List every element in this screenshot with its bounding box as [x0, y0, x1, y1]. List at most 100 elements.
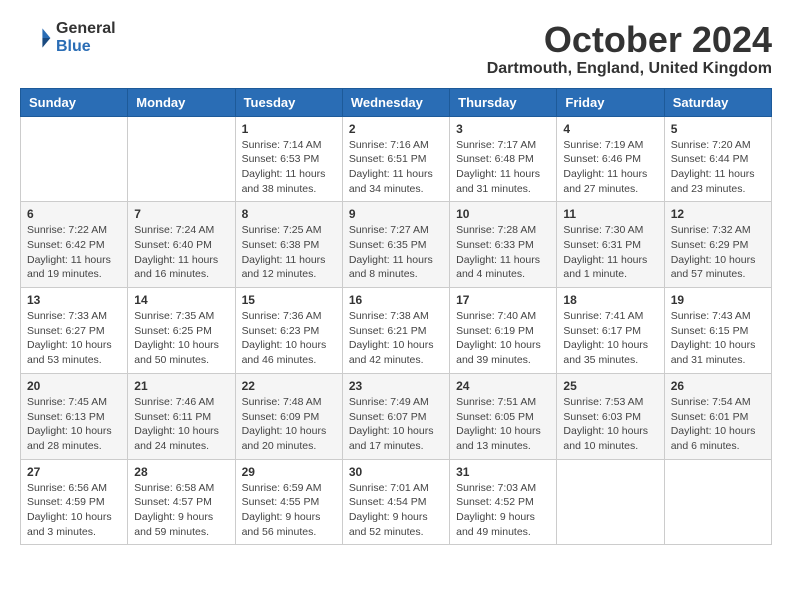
empty-cell	[128, 116, 235, 202]
day-number: 18	[563, 293, 657, 307]
day-info: Sunrise: 7:17 AM Sunset: 6:48 PM Dayligh…	[456, 138, 550, 197]
day-number: 14	[134, 293, 228, 307]
calendar-day-7: 7 Sunrise: 7:24 AM Sunset: 6:40 PM Daylig…	[128, 202, 235, 288]
calendar-day-25: 25 Sunrise: 7:53 AM Sunset: 6:03 PM Dayli…	[557, 373, 664, 459]
header-day-sunday: Sunday	[21, 88, 128, 116]
calendar-week-4: 20Sunrise: 7:45 AM Sunset: 6:13 PM Dayli…	[21, 373, 772, 459]
calendar-day-21: 21 Sunrise: 7:46 AM Sunset: 6:11 PM Dayli…	[128, 373, 235, 459]
calendar-day-5: 5 Sunrise: 7:20 AM Sunset: 6:44 PM Daylig…	[664, 116, 771, 202]
calendar-day-3: 3 Sunrise: 7:17 AM Sunset: 6:48 PM Daylig…	[450, 116, 557, 202]
day-number: 24	[456, 379, 550, 393]
empty-cell	[21, 116, 128, 202]
day-number: 4	[563, 122, 657, 136]
day-number: 15	[242, 293, 336, 307]
header-day-tuesday: Tuesday	[235, 88, 342, 116]
day-number: 29	[242, 465, 336, 479]
calendar-day-19: 19Sunrise: 7:43 AM Sunset: 6:15 PM Dayli…	[664, 288, 771, 374]
calendar-day-22: 22Sunrise: 7:48 AM Sunset: 6:09 PM Dayli…	[235, 373, 342, 459]
day-info: Sunrise: 7:54 AM Sunset: 6:01 PM Dayligh…	[671, 395, 765, 454]
header-day-monday: Monday	[128, 88, 235, 116]
day-number: 12	[671, 207, 765, 221]
day-info: Sunrise: 7:49 AM Sunset: 6:07 PM Dayligh…	[349, 395, 443, 454]
calendar-day-27: 27Sunrise: 6:56 AM Sunset: 4:59 PM Dayli…	[21, 459, 128, 545]
day-number: 7	[134, 207, 228, 221]
calendar-day-13: 13Sunrise: 7:33 AM Sunset: 6:27 PM Dayli…	[21, 288, 128, 374]
day-number: 26	[671, 379, 765, 393]
calendar-day-8: 8 Sunrise: 7:25 AM Sunset: 6:38 PM Daylig…	[235, 202, 342, 288]
day-info: Sunrise: 7:20 AM Sunset: 6:44 PM Dayligh…	[671, 138, 765, 197]
day-info: Sunrise: 7:22 AM Sunset: 6:42 PM Dayligh…	[27, 223, 121, 282]
month-title: October 2024	[487, 20, 772, 60]
day-number: 3	[456, 122, 550, 136]
day-number: 30	[349, 465, 443, 479]
day-info: Sunrise: 7:40 AM Sunset: 6:19 PM Dayligh…	[456, 309, 550, 368]
calendar-day-23: 23 Sunrise: 7:49 AM Sunset: 6:07 PM Dayli…	[342, 373, 449, 459]
day-info: Sunrise: 7:24 AM Sunset: 6:40 PM Dayligh…	[134, 223, 228, 282]
page-header: General Blue October 2024 Dartmouth, Eng…	[20, 20, 772, 78]
day-number: 5	[671, 122, 765, 136]
day-info: Sunrise: 6:56 AM Sunset: 4:59 PM Dayligh…	[27, 481, 121, 540]
calendar-day-30: 30 Sunrise: 7:01 AM Sunset: 4:54 PM Dayli…	[342, 459, 449, 545]
day-number: 22	[242, 379, 336, 393]
calendar-day-29: 29 Sunrise: 6:59 AM Sunset: 4:55 PM Dayli…	[235, 459, 342, 545]
calendar-day-9: 9Sunrise: 7:27 AM Sunset: 6:35 PM Daylig…	[342, 202, 449, 288]
day-number: 2	[349, 122, 443, 136]
calendar-day-26: 26 Sunrise: 7:54 AM Sunset: 6:01 PM Dayli…	[664, 373, 771, 459]
calendar-day-4: 4 Sunrise: 7:19 AM Sunset: 6:46 PM Daylig…	[557, 116, 664, 202]
calendar-day-24: 24 Sunrise: 7:51 AM Sunset: 6:05 PM Dayli…	[450, 373, 557, 459]
day-info: Sunrise: 7:30 AM Sunset: 6:31 PM Dayligh…	[563, 223, 657, 282]
day-info: Sunrise: 7:28 AM Sunset: 6:33 PM Dayligh…	[456, 223, 550, 282]
day-info: Sunrise: 7:01 AM Sunset: 4:54 PM Dayligh…	[349, 481, 443, 540]
header-day-friday: Friday	[557, 88, 664, 116]
day-info: Sunrise: 7:14 AM Sunset: 6:53 PM Dayligh…	[242, 138, 336, 197]
day-info: Sunrise: 7:43 AM Sunset: 6:15 PM Dayligh…	[671, 309, 765, 368]
calendar-day-12: 12 Sunrise: 7:32 AM Sunset: 6:29 PM Dayli…	[664, 202, 771, 288]
day-number: 8	[242, 207, 336, 221]
day-info: Sunrise: 6:58 AM Sunset: 4:57 PM Dayligh…	[134, 481, 228, 540]
calendar-week-5: 27Sunrise: 6:56 AM Sunset: 4:59 PM Dayli…	[21, 459, 772, 545]
calendar-day-2: 2 Sunrise: 7:16 AM Sunset: 6:51 PM Daylig…	[342, 116, 449, 202]
calendar-header: SundayMondayTuesdayWednesdayThursdayFrid…	[21, 88, 772, 116]
day-number: 10	[456, 207, 550, 221]
calendar-day-18: 18 Sunrise: 7:41 AM Sunset: 6:17 PM Dayli…	[557, 288, 664, 374]
calendar-week-2: 6 Sunrise: 7:22 AM Sunset: 6:42 PM Daylig…	[21, 202, 772, 288]
header-day-thursday: Thursday	[450, 88, 557, 116]
title-section: October 2024 Dartmouth, England, United …	[487, 20, 772, 78]
day-info: Sunrise: 7:41 AM Sunset: 6:17 PM Dayligh…	[563, 309, 657, 368]
day-info: Sunrise: 7:46 AM Sunset: 6:11 PM Dayligh…	[134, 395, 228, 454]
day-info: Sunrise: 7:53 AM Sunset: 6:03 PM Dayligh…	[563, 395, 657, 454]
day-info: Sunrise: 6:59 AM Sunset: 4:55 PM Dayligh…	[242, 481, 336, 540]
calendar-day-31: 31Sunrise: 7:03 AM Sunset: 4:52 PM Dayli…	[450, 459, 557, 545]
calendar-day-15: 15 Sunrise: 7:36 AM Sunset: 6:23 PM Dayli…	[235, 288, 342, 374]
location: Dartmouth, England, United Kingdom	[487, 60, 772, 78]
calendar-day-6: 6 Sunrise: 7:22 AM Sunset: 6:42 PM Daylig…	[21, 202, 128, 288]
calendar-day-28: 28 Sunrise: 6:58 AM Sunset: 4:57 PM Dayli…	[128, 459, 235, 545]
day-number: 21	[134, 379, 228, 393]
day-info: Sunrise: 7:27 AM Sunset: 6:35 PM Dayligh…	[349, 223, 443, 282]
logo: General Blue	[20, 20, 116, 55]
day-info: Sunrise: 7:16 AM Sunset: 6:51 PM Dayligh…	[349, 138, 443, 197]
calendar-body: 1Sunrise: 7:14 AM Sunset: 6:53 PM Daylig…	[21, 116, 772, 545]
day-info: Sunrise: 7:51 AM Sunset: 6:05 PM Dayligh…	[456, 395, 550, 454]
calendar-table: SundayMondayTuesdayWednesdayThursdayFrid…	[20, 88, 772, 546]
day-info: Sunrise: 7:36 AM Sunset: 6:23 PM Dayligh…	[242, 309, 336, 368]
day-number: 16	[349, 293, 443, 307]
logo-icon	[20, 22, 52, 54]
day-number: 11	[563, 207, 657, 221]
day-number: 28	[134, 465, 228, 479]
day-info: Sunrise: 7:33 AM Sunset: 6:27 PM Dayligh…	[27, 309, 121, 368]
logo-text: General Blue	[56, 20, 116, 55]
logo-general: General	[56, 20, 116, 38]
day-number: 23	[349, 379, 443, 393]
day-info: Sunrise: 7:32 AM Sunset: 6:29 PM Dayligh…	[671, 223, 765, 282]
day-info: Sunrise: 7:19 AM Sunset: 6:46 PM Dayligh…	[563, 138, 657, 197]
day-info: Sunrise: 7:35 AM Sunset: 6:25 PM Dayligh…	[134, 309, 228, 368]
day-number: 20	[27, 379, 121, 393]
day-number: 25	[563, 379, 657, 393]
day-number: 6	[27, 207, 121, 221]
day-info: Sunrise: 7:25 AM Sunset: 6:38 PM Dayligh…	[242, 223, 336, 282]
empty-cell	[664, 459, 771, 545]
calendar-week-1: 1Sunrise: 7:14 AM Sunset: 6:53 PM Daylig…	[21, 116, 772, 202]
calendar-week-3: 13Sunrise: 7:33 AM Sunset: 6:27 PM Dayli…	[21, 288, 772, 374]
calendar-day-17: 17Sunrise: 7:40 AM Sunset: 6:19 PM Dayli…	[450, 288, 557, 374]
